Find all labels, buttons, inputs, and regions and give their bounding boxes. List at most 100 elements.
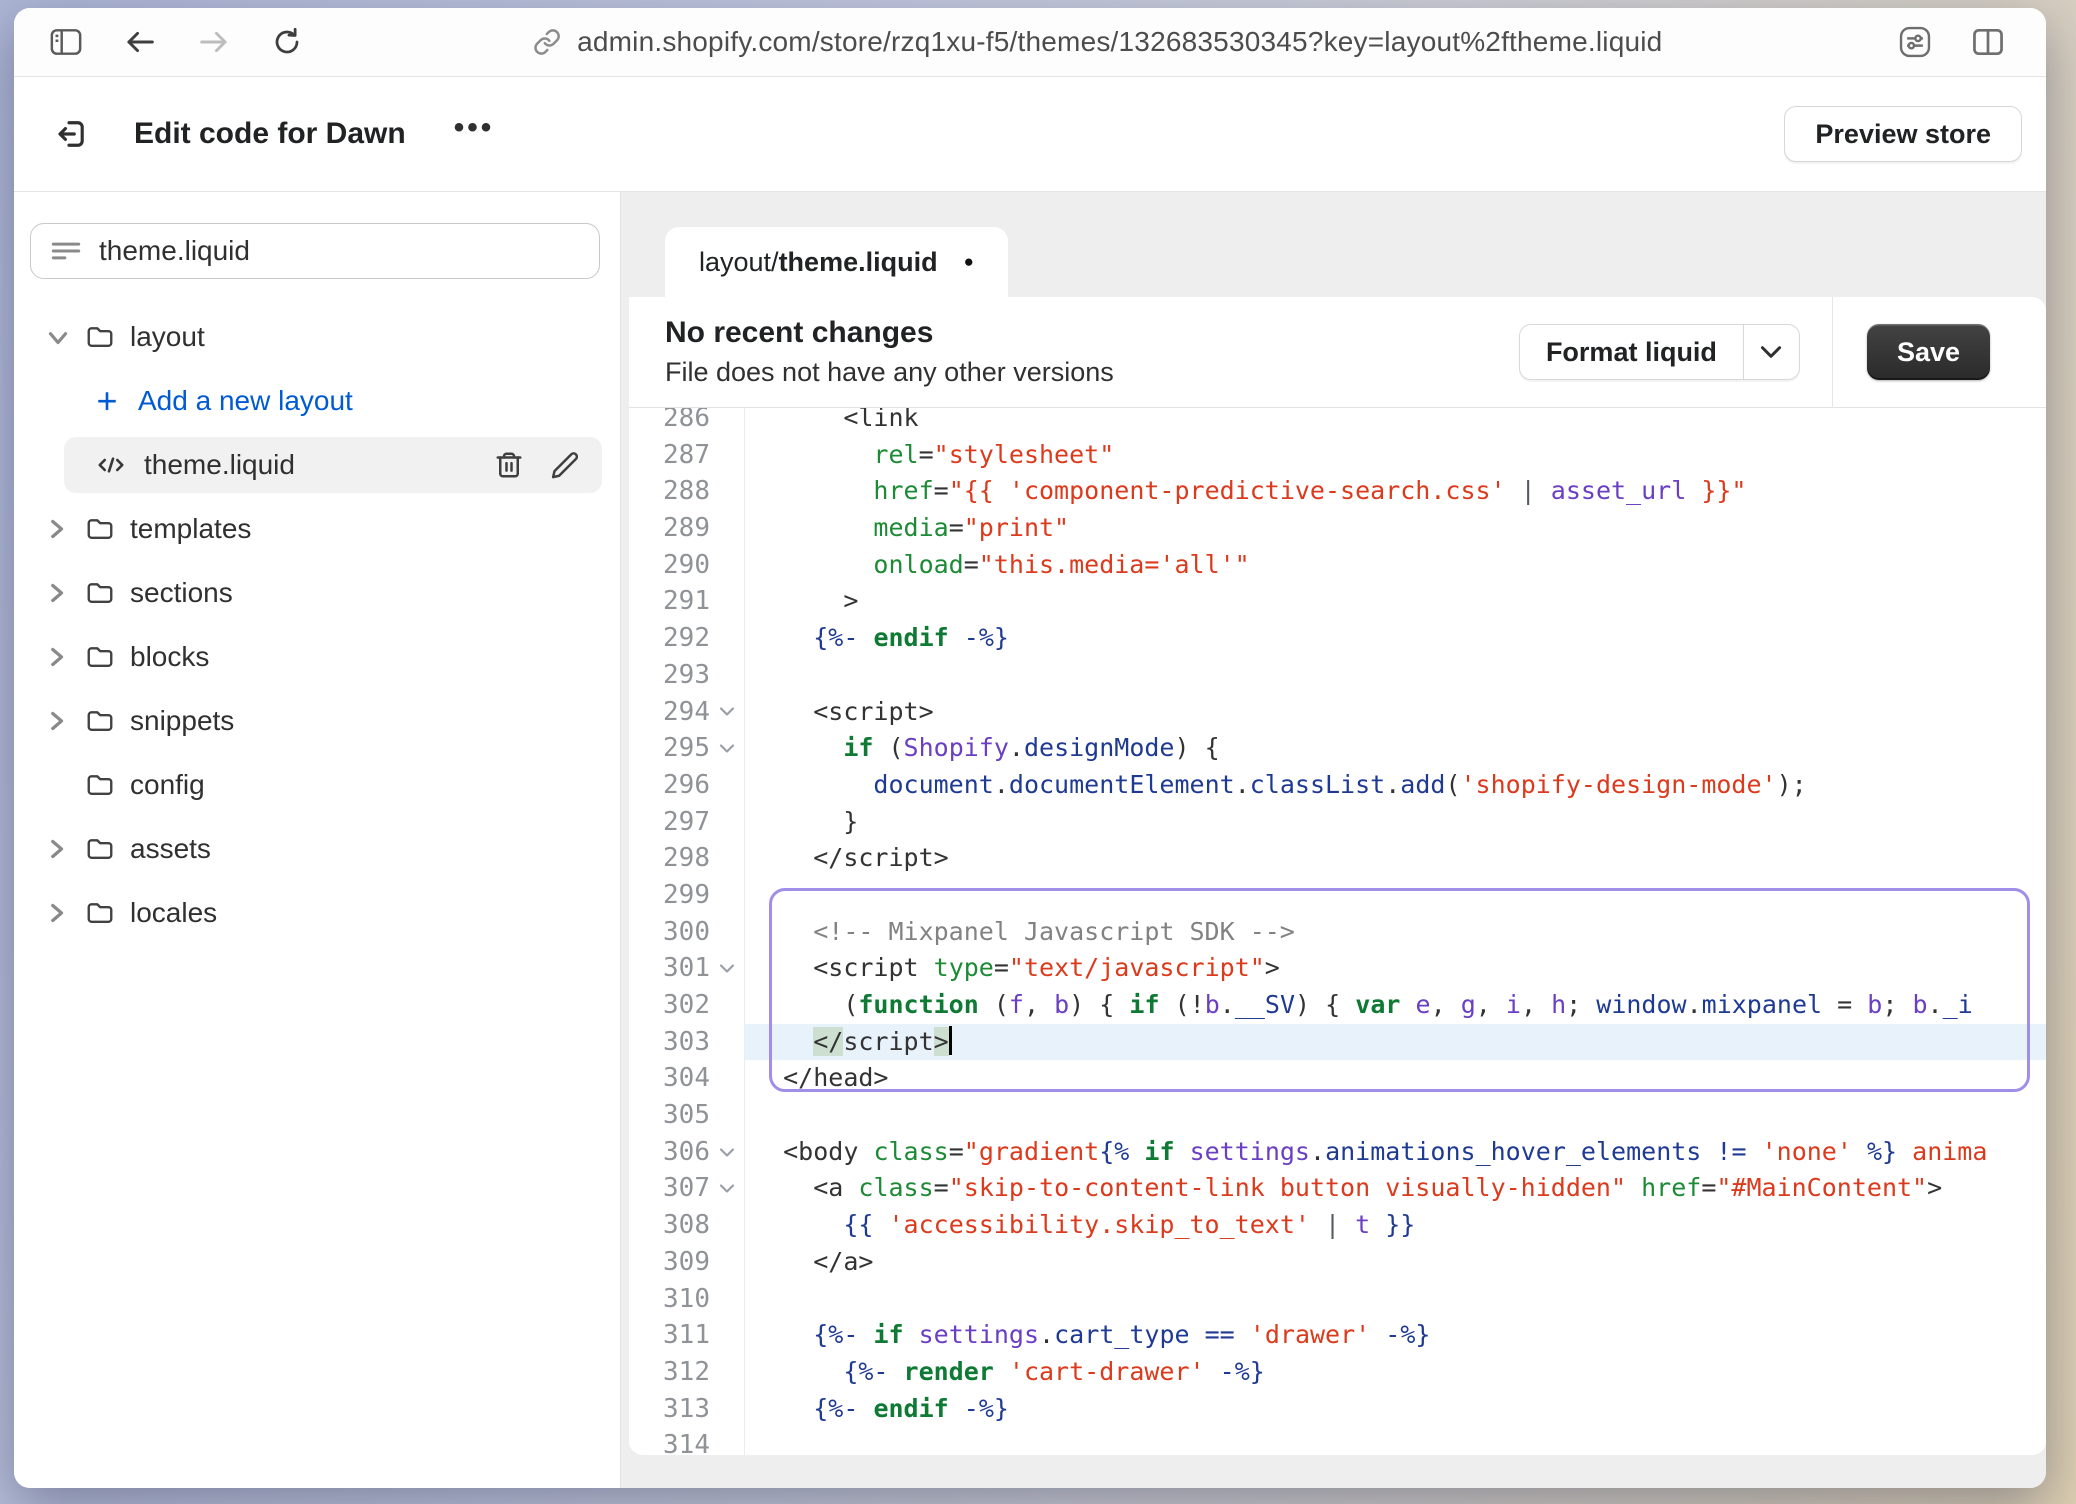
code-line[interactable]: 309 </a>	[629, 1244, 2046, 1281]
code-line[interactable]: 293	[629, 657, 2046, 694]
url-text[interactable]: admin.shopify.com/store/rzq1xu-f5/themes…	[577, 26, 1662, 58]
format-liquid-button[interactable]: Format liquid	[1520, 325, 1743, 379]
code-text[interactable]: </head>	[745, 1060, 2046, 1097]
code-line[interactable]: 298 </script>	[629, 840, 2046, 877]
code-text[interactable]: }	[745, 804, 2046, 841]
rename-file-button[interactable]	[550, 450, 580, 480]
code-text[interactable]: </a>	[745, 1244, 2046, 1281]
fold-chevron-icon[interactable]	[710, 730, 744, 767]
back-icon[interactable]	[124, 28, 156, 56]
code-line[interactable]: 310	[629, 1281, 2046, 1318]
code-text[interactable]: onload="this.media='all'"	[745, 547, 2046, 584]
chevron-right-icon[interactable]	[48, 711, 74, 731]
code-line[interactable]: 311 {%- if settings.cart_type == 'drawer…	[629, 1317, 2046, 1354]
sidebar-item-templates[interactable]: templates	[48, 501, 602, 557]
code-text[interactable]: {{ 'accessibility.skip_to_text' | t }}	[745, 1207, 2046, 1244]
code-text[interactable]: if (Shopify.designMode) {	[745, 730, 2046, 767]
code-line[interactable]: 292 {%- endif -%}	[629, 620, 2046, 657]
delete-file-button[interactable]	[494, 450, 524, 480]
fold-chevron-icon[interactable]	[710, 1170, 744, 1207]
code-text[interactable]: document.documentElement.classList.add('…	[745, 767, 2046, 804]
chevron-right-icon[interactable]	[48, 839, 74, 859]
code-line[interactable]: 289 media="print"	[629, 510, 2046, 547]
forward-icon[interactable]	[198, 28, 230, 56]
sidebar-item-sections[interactable]: sections	[48, 565, 602, 621]
code-text[interactable]: </script>	[745, 840, 2046, 877]
split-view-icon[interactable]	[1972, 27, 2004, 57]
code-editor[interactable]: 286 <link287 rel="stylesheet"288 href="{…	[629, 408, 2046, 1455]
code-line[interactable]: 287 rel="stylesheet"	[629, 437, 2046, 474]
sidebar-item-layout[interactable]: layout	[48, 309, 602, 365]
preview-store-button[interactable]: Preview store	[1784, 106, 2022, 162]
sidebar-item-add-a-new-layout[interactable]: +Add a new layout	[64, 373, 602, 429]
code-line[interactable]: 313 {%- endif -%}	[629, 1391, 2046, 1428]
exit-icon[interactable]	[54, 116, 90, 152]
chevron-right-icon[interactable]	[48, 647, 74, 667]
code-text[interactable]: <body class="gradient{% if settings.anim…	[745, 1134, 2046, 1171]
code-line[interactable]: 306 <body class="gradient{% if settings.…	[629, 1134, 2046, 1171]
code-line[interactable]: 303 </script>	[629, 1024, 2046, 1061]
file-tab[interactable]: layout/theme.liquid ●	[665, 227, 1008, 297]
sidebar-item-locales[interactable]: locales	[48, 885, 602, 941]
code-text[interactable]	[745, 877, 2046, 914]
file-search-box[interactable]	[30, 223, 600, 279]
code-text[interactable]: <a class="skip-to-content-link button vi…	[745, 1170, 2046, 1207]
code-line[interactable]: 291 >	[629, 583, 2046, 620]
sidebar-item-blocks[interactable]: blocks	[48, 629, 602, 685]
chevron-down-icon[interactable]	[48, 329, 74, 346]
code-line[interactable]: 314	[629, 1427, 2046, 1455]
code-line[interactable]: 308 {{ 'accessibility.skip_to_text' | t …	[629, 1207, 2046, 1244]
code-line[interactable]: 294 <script>	[629, 694, 2046, 731]
url-bar[interactable]: admin.shopify.com/store/rzq1xu-f5/themes…	[533, 8, 1662, 76]
code-text[interactable]: {%- endif -%}	[745, 620, 2046, 657]
page-settings-icon[interactable]	[1898, 25, 1932, 59]
format-dropdown-toggle[interactable]	[1743, 325, 1799, 379]
code-line[interactable]: 299	[629, 877, 2046, 914]
sidebar-item-assets[interactable]: assets	[48, 821, 602, 877]
code-text[interactable]: media="print"	[745, 510, 2046, 547]
code-text[interactable]	[745, 1427, 2046, 1455]
code-text[interactable]	[745, 1281, 2046, 1318]
code-text[interactable]: href="{{ 'component-predictive-search.cs…	[745, 473, 2046, 510]
sidebar-item-snippets[interactable]: snippets	[48, 693, 602, 749]
code-line[interactable]: 288 href="{{ 'component-predictive-searc…	[629, 473, 2046, 510]
code-text[interactable]: >	[745, 583, 2046, 620]
code-text[interactable]: <script type="text/javascript">	[745, 950, 2046, 987]
code-line[interactable]: 307 <a class="skip-to-content-link butto…	[629, 1170, 2046, 1207]
code-line[interactable]: 296 document.documentElement.classList.a…	[629, 767, 2046, 804]
code-text[interactable]: {%- endif -%}	[745, 1391, 2046, 1428]
editor-content[interactable]: 286 <link287 rel="stylesheet"288 href="{…	[629, 408, 2046, 1455]
code-text[interactable]: rel="stylesheet"	[745, 437, 2046, 474]
code-line[interactable]: 300 <!-- Mixpanel Javascript SDK -->	[629, 914, 2046, 951]
sidebar-item-theme.liquid[interactable]: theme.liquid	[64, 437, 602, 493]
file-search-input[interactable]	[99, 235, 579, 267]
code-line[interactable]: 304 </head>	[629, 1060, 2046, 1097]
code-text[interactable]: (function (f, b) { if (!b.__SV) { var e,…	[745, 987, 2046, 1024]
save-button[interactable]: Save	[1867, 324, 1990, 380]
fold-chevron-icon[interactable]	[710, 694, 744, 731]
fold-chevron-icon[interactable]	[710, 950, 744, 987]
code-text[interactable]	[745, 657, 2046, 694]
code-text[interactable]: {%- if settings.cart_type == 'drawer' -%…	[745, 1317, 2046, 1354]
code-line[interactable]: 290 onload="this.media='all'"	[629, 547, 2046, 584]
sidebar-item-config[interactable]: config	[48, 757, 602, 813]
code-text[interactable]: <!-- Mixpanel Javascript SDK -->	[745, 914, 2046, 951]
reload-icon[interactable]	[272, 27, 302, 57]
code-line[interactable]: 312 {%- render 'cart-drawer' -%}	[629, 1354, 2046, 1391]
code-text[interactable]: </script>	[745, 1024, 2046, 1061]
code-text[interactable]: <script>	[745, 694, 2046, 731]
code-line[interactable]: 286 <link	[629, 408, 2046, 437]
chevron-right-icon[interactable]	[48, 519, 74, 539]
fold-chevron-icon[interactable]	[710, 1134, 744, 1171]
code-line[interactable]: 302 (function (f, b) { if (!b.__SV) { va…	[629, 987, 2046, 1024]
overflow-menu-button[interactable]: •••	[454, 113, 495, 155]
code-text[interactable]: {%- render 'cart-drawer' -%}	[745, 1354, 2046, 1391]
chevron-right-icon[interactable]	[48, 583, 74, 603]
chevron-right-icon[interactable]	[48, 903, 74, 923]
sidebar-toggle-icon[interactable]	[50, 28, 82, 56]
code-text[interactable]: <link	[745, 408, 2046, 437]
code-line[interactable]: 301 <script type="text/javascript">	[629, 950, 2046, 987]
code-line[interactable]: 297 }	[629, 804, 2046, 841]
code-line[interactable]: 305	[629, 1097, 2046, 1134]
code-line[interactable]: 295 if (Shopify.designMode) {	[629, 730, 2046, 767]
